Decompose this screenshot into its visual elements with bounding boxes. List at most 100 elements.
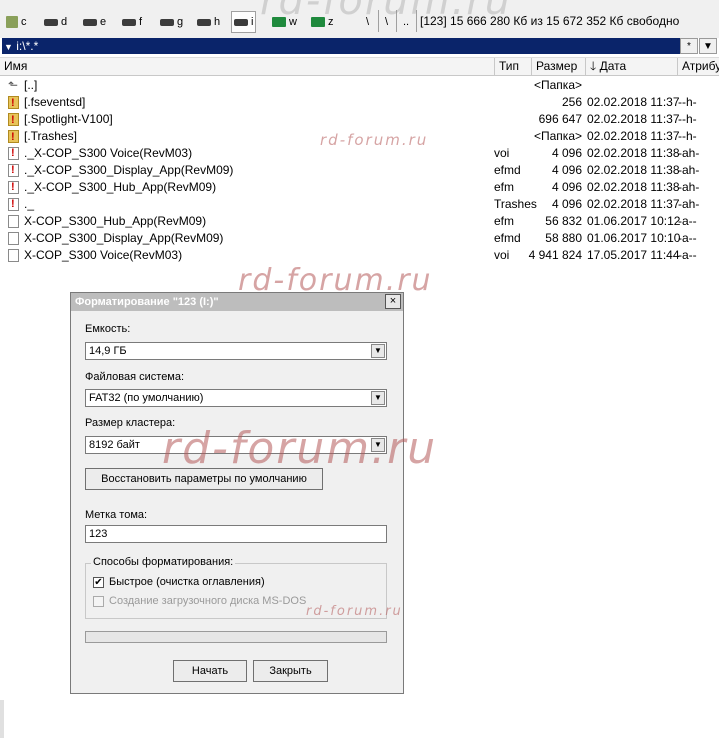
file-date: 02.02.2018 11:37 (587, 197, 680, 211)
drive-bar: c d e f g h i w z \ \ .. [123] 15 666 28… (0, 0, 719, 38)
root-dir-button[interactable]: \ (385, 12, 388, 32)
dialog-title: Форматирование "123 (I:)" (71, 293, 403, 311)
file-icon (8, 232, 19, 245)
column-header: Имя Тип Размер 🡓 Дата Атрибу (0, 57, 719, 76)
file-date: 17.05.2017 11:44 (587, 248, 680, 262)
file-size: 58 880 (545, 231, 582, 245)
column-date-label: Дата (599, 59, 627, 73)
hidden-folder-icon (8, 129, 19, 146)
file-name: X-COP_S300_Hub_App(RevM09) (24, 214, 207, 228)
drive-e-button[interactable]: e (83, 12, 106, 32)
network-drive-icon (311, 17, 325, 27)
drive-g-button[interactable]: g (160, 12, 183, 32)
format-options-group (85, 563, 387, 619)
drive-letter: w (289, 16, 297, 28)
file-attr: --h- (678, 112, 697, 126)
chevron-down-icon[interactable]: ▼ (371, 438, 385, 452)
parent-dir-button[interactable]: .. (403, 12, 409, 32)
close-button[interactable]: Закрыть (253, 660, 328, 682)
chevron-down-icon[interactable]: ▼ (371, 391, 385, 405)
drive-letter: i (251, 16, 254, 28)
file-row[interactable]: X-COP_S300_Display_App(RevM09) efmd 58 880… (0, 230, 719, 247)
file-name: [.Spotlight-V100] (24, 112, 113, 126)
format-dialog: Форматирование "123 (I:)" × Емкость: 14,… (70, 292, 404, 694)
file-icon (8, 249, 19, 262)
file-date: 02.02.2018 11:37 (587, 112, 680, 126)
file-attr: -a-- (678, 248, 697, 262)
drive-c-button[interactable]: c (6, 12, 27, 32)
column-name[interactable]: Имя (0, 58, 494, 75)
file-row[interactable]: [.Spotlight-V100] 696 647 02.02.2018 11:37… (0, 111, 719, 129)
drive-i-button[interactable]: i (231, 11, 257, 33)
path-dropdown-icon[interactable]: ▼ (4, 42, 13, 52)
file-attr: -a-- (678, 231, 697, 245)
drive-d-button[interactable]: d (44, 12, 67, 32)
file-attr: -ah- (678, 180, 700, 194)
cluster-select[interactable]: 8192 байт ▼ (85, 436, 387, 454)
divider (416, 10, 417, 32)
file-date: 01.06.2017 10:12 (587, 214, 681, 228)
drive-z-button[interactable]: z (311, 12, 334, 32)
column-attr[interactable]: Атрибу (677, 58, 719, 75)
file-name: ._ (24, 197, 35, 211)
root-label: \ (366, 16, 370, 28)
quick-format-label[interactable]: Быстрое (очистка оглавления) (109, 576, 265, 588)
file-row[interactable]: [.Trashes] <Папка> 02.02.2018 11:37--h- (0, 128, 719, 146)
hotlist-button[interactable]: ▼ (699, 38, 717, 54)
chevron-down-icon[interactable]: ▼ (371, 344, 385, 358)
file-size: 4 096 (551, 180, 582, 194)
path-bar[interactable]: ▼ i:\*.* (2, 38, 680, 54)
dialog-close-button[interactable]: × (385, 294, 401, 309)
capacity-select[interactable]: 14,9 ГБ ▼ (85, 342, 387, 360)
drive-letter: c (21, 16, 27, 28)
hidden-file-icon: ! (8, 164, 19, 177)
column-date[interactable]: 🡓 Дата (585, 58, 677, 75)
filesystem-select[interactable]: FAT32 (по умолчанию) ▼ (85, 389, 387, 407)
drive-w-button[interactable]: w (272, 12, 297, 32)
column-ext[interactable]: Тип (494, 58, 531, 75)
quick-format-checkbox[interactable]: ✔ (93, 577, 104, 588)
file-name: ._X-COP_S300_Hub_App(RevM09) (24, 180, 217, 194)
filesystem-value: FAT32 (по умолчанию) (89, 392, 204, 404)
capacity-label: Емкость: (85, 323, 131, 335)
file-icon (8, 215, 19, 228)
start-button[interactable]: Начать (173, 660, 247, 682)
msdos-boot-checkbox[interactable] (93, 596, 104, 607)
file-ext: efm (494, 180, 515, 194)
filesystem-label: Файловая система: (85, 371, 185, 383)
file-ext: efm (494, 214, 515, 228)
drive-letter: f (139, 16, 143, 28)
file-date: 02.02.2018 11:37 (587, 129, 680, 143)
file-size: 4 096 (551, 146, 582, 160)
file-name: [.fseventsd] (24, 95, 86, 109)
file-size: 4 941 824 (528, 248, 582, 262)
file-row[interactable]: [.fseventsd] 256 02.02.2018 11:37--h- (0, 94, 719, 112)
parent-label: .. (403, 16, 410, 28)
network-drive-icon (272, 17, 286, 27)
root-button[interactable]: \ (366, 12, 369, 32)
column-size[interactable]: Размер (531, 58, 585, 75)
file-size: 256 (561, 95, 582, 109)
file-row[interactable]: ! ._X-COP_S300_Display_App(RevM09) efmd 4 0… (0, 162, 719, 179)
restore-defaults-button[interactable]: Восстановить параметры по умолчанию (85, 468, 323, 490)
file-row[interactable]: ! ._X-COP_S300_Hub_App(RevM09) efm 4 096 02.… (0, 179, 719, 196)
volume-label-input[interactable]: 123 (85, 525, 387, 543)
file-size: 696 647 (538, 112, 582, 126)
file-row[interactable]: X-COP_S300 Voice(RevM03) voi 4 941 824 17.0… (0, 247, 719, 264)
msdos-boot-label[interactable]: Создание загрузочного диска MS-DOS (109, 595, 306, 607)
drive-letter: h (214, 16, 221, 28)
drive-letter: d (61, 16, 68, 28)
drive-h-button[interactable]: h (197, 12, 220, 32)
scrollbar[interactable] (0, 700, 4, 738)
drive-icon (234, 18, 248, 26)
file-row[interactable]: ! ._ Trashes 4 096 02.02.2018 11:37 -ah- (0, 196, 719, 213)
file-name: [.Trashes] (24, 129, 77, 143)
history-button[interactable]: * (680, 38, 698, 54)
drive-icon (83, 18, 97, 26)
file-row[interactable]: X-COP_S300_Hub_App(RevM09) efm 56 832 01.06… (0, 213, 719, 230)
drive-f-button[interactable]: f (122, 12, 142, 32)
file-row[interactable]: ⬑ [..] <Папка> (0, 77, 719, 94)
drive-icon (44, 18, 58, 26)
divider (396, 10, 397, 32)
file-row[interactable]: ! ._X-COP_S300 Voice(RevM03) voi 4 096 02.02… (0, 145, 719, 162)
